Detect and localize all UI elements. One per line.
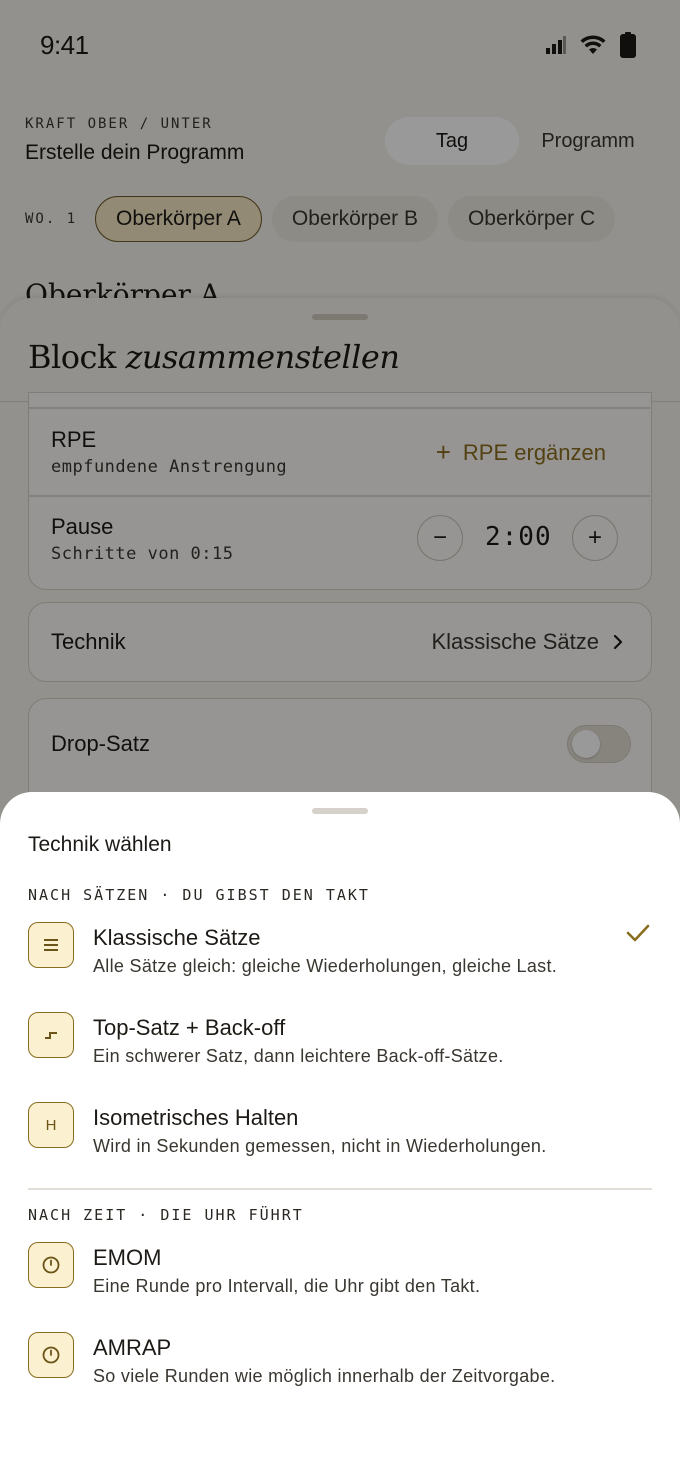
- option-title: Top-Satz + Back-off: [93, 1015, 286, 1040]
- section-label-zeit: NACH ZEIT · DIE UHR FÜHRT: [28, 1206, 304, 1224]
- option-title: AMRAP: [93, 1335, 172, 1360]
- hold-letter-icon: H: [28, 1102, 74, 1148]
- option-description: Eine Runde pro Intervall, die Uhr gibt d…: [93, 1276, 481, 1296]
- option-description: Wird in Sekunden gemessen, nicht in Wied…: [93, 1136, 547, 1156]
- sheet-grabber[interactable]: [312, 808, 368, 814]
- section-label-saetze: NACH SÄTZEN · DU GIBST DEN TAKT: [28, 886, 370, 904]
- option-description: Ein schwerer Satz, dann leichtere Back-o…: [93, 1046, 504, 1066]
- option-amrap[interactable]: AMRAP So viele Runden wie möglich innerh…: [28, 1332, 652, 1402]
- option-title: EMOM: [93, 1245, 162, 1270]
- technik-sheet-title: Technik wählen: [28, 833, 172, 856]
- timer-icon: [28, 1332, 74, 1378]
- option-title: Klassische Sätze: [93, 925, 261, 950]
- section-divider: [28, 1188, 652, 1190]
- checkmark-icon: [626, 924, 650, 942]
- option-description: Alle Sätze gleich: gleiche Wiederholunge…: [93, 956, 558, 976]
- technik-sheet: Technik wählen NACH SÄTZEN · DU GIBST DE…: [0, 792, 680, 1477]
- option-description: So viele Runden wie möglich innerhalb de…: [93, 1366, 556, 1386]
- option-title: Isometrisches Halten: [93, 1105, 299, 1130]
- timer-icon: [28, 1242, 74, 1288]
- option-emom[interactable]: EMOM Eine Runde pro Intervall, die Uhr g…: [28, 1242, 652, 1312]
- option-top-satz-back-off[interactable]: Top-Satz + Back-off Ein schwerer Satz, d…: [28, 1012, 652, 1082]
- lines-icon: [28, 922, 74, 968]
- app-screen: 9:41 KRAFT OBER / UNTER Erstelle dein Pr…: [0, 0, 680, 1477]
- option-isometrisches-halten[interactable]: H Isometrisches Halten Wird in Sekunden …: [28, 1102, 652, 1172]
- step-down-icon: [28, 1012, 74, 1058]
- option-klassische-saetze[interactable]: Klassische Sätze Alle Sätze gleich: glei…: [28, 922, 652, 992]
